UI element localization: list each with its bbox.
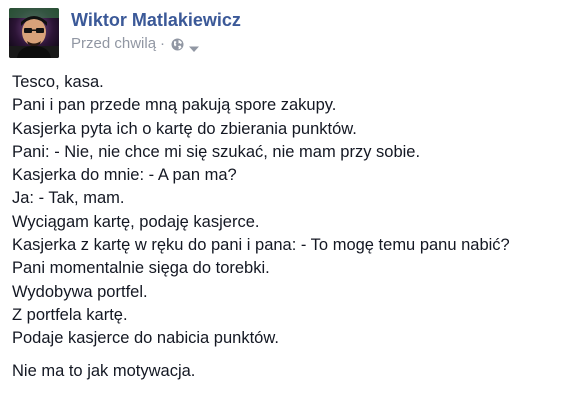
post-body: Tesco, kasa. Pani i pan przede mną pakują… bbox=[12, 71, 560, 383]
post-text-line: Pani: - Nie, nie chce mi się szukać, nie… bbox=[12, 142, 421, 161]
post-timestamp[interactable]: Przed chwilą bbox=[71, 35, 156, 53]
post-paragraph: Nie ma to jak motywacja. bbox=[12, 360, 560, 383]
avatar-image bbox=[9, 8, 59, 58]
post-text-line: Kasjerka pyta ich o kartę do zbierania p… bbox=[12, 119, 357, 138]
author-name[interactable]: Wiktor Matlakiewicz bbox=[71, 9, 241, 31]
post-text-line: Podaje kasjerce do nabicia punktów. bbox=[12, 329, 279, 348]
separator-dot: · bbox=[160, 35, 166, 52]
post-subline: Przed chwilą · bbox=[71, 35, 241, 53]
post-text-line: Pani momentalnie sięga do torebki. bbox=[12, 259, 270, 278]
post-text-line: Pani i pan przede mną pakują spore zakup… bbox=[12, 96, 337, 115]
post-header: Wiktor Matlakiewicz Przed chwilą · bbox=[9, 8, 241, 58]
post-text-line: Ja: - Tak, mam. bbox=[12, 189, 125, 208]
avatar[interactable] bbox=[9, 8, 59, 58]
post-text-line: Wydobywa portfel. bbox=[12, 282, 148, 301]
post-text-line: Wyciągam kartę, podaję kasjerce. bbox=[12, 212, 260, 231]
post-text-line: Z portfela kartę. bbox=[12, 305, 128, 324]
post-meta: Wiktor Matlakiewicz Przed chwilą · bbox=[71, 8, 241, 53]
post-paragraph: Tesco, kasa. Pani i pan przede mną pakują… bbox=[12, 71, 560, 351]
globe-icon[interactable] bbox=[171, 38, 184, 51]
post-text-line: Tesco, kasa. bbox=[12, 73, 104, 91]
post-text-line: Kasjerka z kartę w ręku do pani i pana: … bbox=[12, 236, 510, 255]
post-text-line: Nie ma to jak motywacja. bbox=[12, 361, 196, 380]
caret-down-icon[interactable] bbox=[188, 40, 200, 52]
post-text-line: Kasjerka do mnie: - A pan ma? bbox=[12, 166, 237, 185]
